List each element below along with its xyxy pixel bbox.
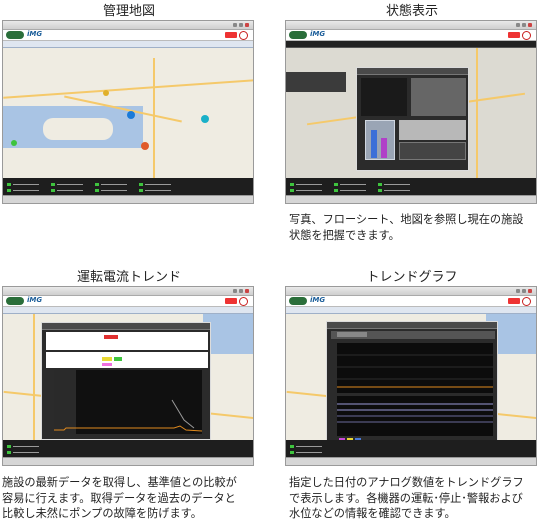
logo-icon (289, 297, 307, 305)
tab-bar[interactable] (3, 41, 253, 48)
map-marker[interactable] (141, 142, 149, 150)
browser-titlebar (3, 287, 253, 296)
panel-title-current-trend: 運転電流トレンド (76, 270, 181, 285)
trend-graph-dialog[interactable] (326, 321, 498, 445)
status-bar (3, 195, 253, 203)
app-header: ⅰMG (286, 296, 536, 307)
check-icon (522, 297, 531, 306)
screenshot-status: ⅰMG (285, 20, 537, 204)
app-brand: ⅰMG (310, 30, 326, 38)
analog-trend-chart-top (337, 343, 493, 393)
screenshot-map: ⅰMG (2, 20, 254, 204)
current-trend-dialog[interactable] (41, 322, 211, 440)
map-marker[interactable] (11, 140, 17, 146)
logo-icon (6, 297, 24, 305)
analog-trend-chart-bottom (337, 396, 493, 436)
panel-title-map: 管理地図 (102, 4, 155, 19)
trend-line-orange (54, 425, 202, 432)
browser-titlebar (286, 287, 536, 296)
data-table (46, 332, 208, 350)
panel-description-status: 写真、フローシート、地図を参照し現在の施設 状態を把握できます。 (289, 213, 524, 242)
logo-icon (289, 31, 307, 39)
app-header: ⅰMG (3, 296, 253, 307)
screenshot-trend-graph: ⅰMG (285, 286, 537, 466)
app-brand: ⅰMG (310, 296, 326, 304)
logout-button[interactable] (225, 298, 237, 304)
check-icon (239, 31, 248, 40)
map-view[interactable] (3, 48, 253, 178)
logout-button[interactable] (225, 32, 237, 38)
browser-titlebar (3, 21, 253, 30)
logout-button[interactable] (508, 298, 520, 304)
panel-title-status: 状態表示 (385, 4, 438, 19)
browser-titlebar (286, 21, 536, 30)
screenshot-current-trend: ⅰMG (2, 286, 254, 466)
status-bar (3, 457, 253, 465)
current-trend-chart (54, 370, 202, 434)
app-brand: ⅰMG (27, 30, 43, 38)
tab-bar[interactable] (3, 307, 253, 314)
map-marker[interactable] (201, 115, 209, 123)
check-icon (239, 297, 248, 306)
tab-bar[interactable] (286, 41, 536, 48)
status-bar (286, 195, 536, 203)
app-header: ⅰMG (286, 30, 536, 41)
map-marker[interactable] (103, 90, 109, 96)
map-marker[interactable] (127, 111, 135, 119)
logo-icon (6, 31, 24, 39)
app-header: ⅰMG (3, 30, 253, 41)
check-icon (522, 31, 531, 40)
logout-button[interactable] (508, 32, 520, 38)
panel-title-trend-graph: トレンドグラフ (366, 270, 458, 285)
tank-diagram (365, 120, 395, 160)
panel-description-trend-graph: 指定した日付のアナログ数値をトレンドグラフ で表示します。各機器の運転･停止･警… (289, 476, 524, 520)
chart-band (54, 370, 76, 434)
status-dialog[interactable] (356, 67, 469, 171)
panel-description-current-trend: 施設の最新データを取得し、基準値との比較が 容易に行えます。取得データを過去のデ… (2, 476, 237, 520)
data-table (46, 352, 208, 368)
app-brand: ⅰMG (27, 296, 43, 304)
status-bar (286, 457, 536, 465)
trend-line-gray (171, 399, 195, 429)
tab-bar[interactable] (286, 307, 536, 314)
